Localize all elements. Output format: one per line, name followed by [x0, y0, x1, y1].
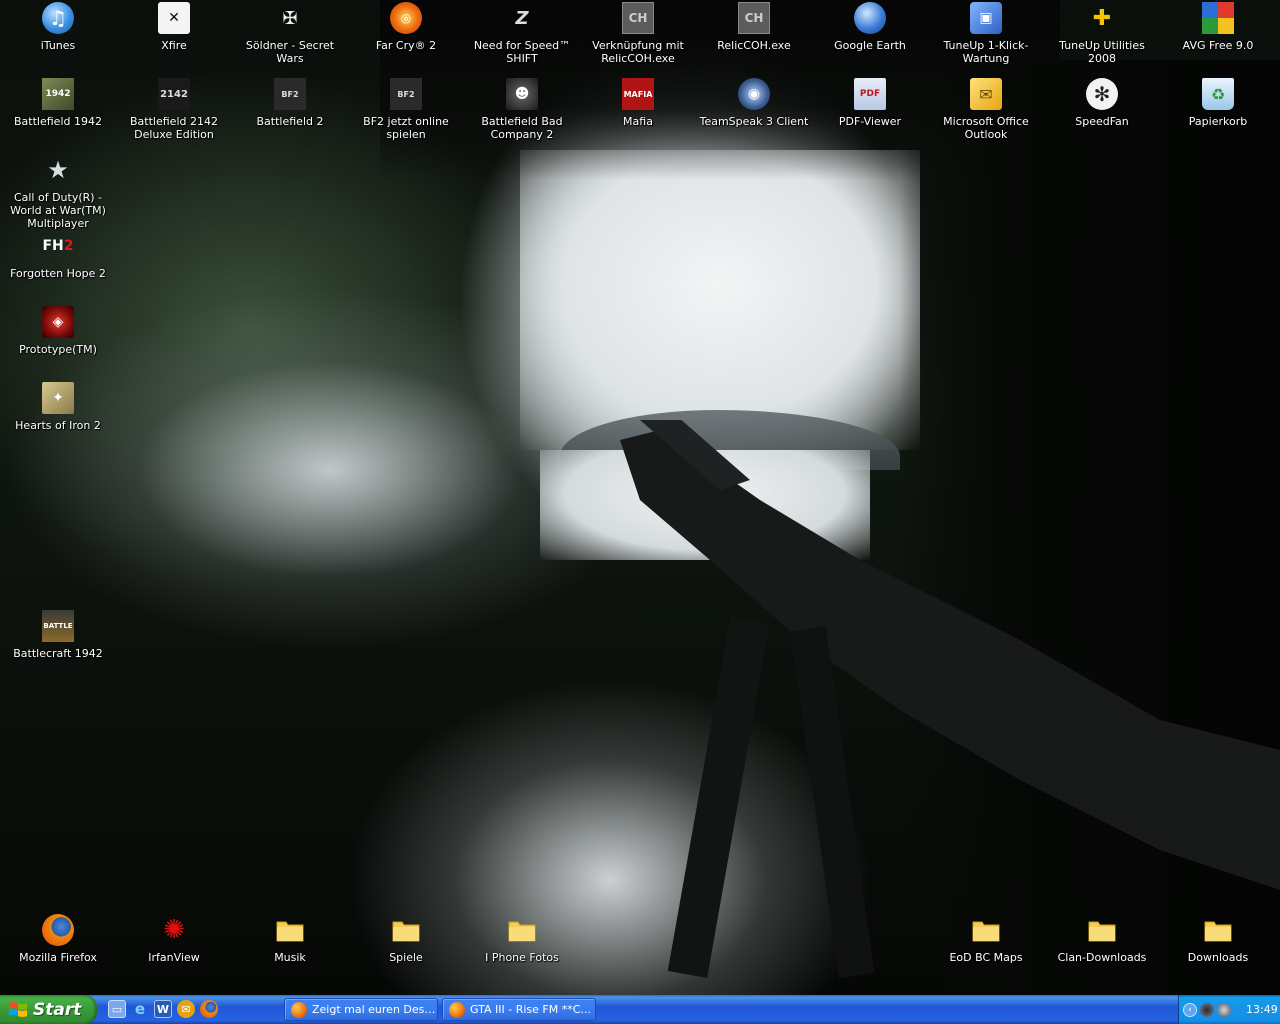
desktop-icon-tuneup-utilities[interactable]: ✚ TuneUp Utilities 2008	[1044, 2, 1160, 66]
taskbar-button-forum[interactable]: Zeigt mal euren Deskt...	[284, 998, 438, 1021]
avg-icon	[1202, 2, 1234, 34]
firefox-icon	[291, 1001, 307, 1018]
coh-icon: CH	[738, 2, 770, 34]
desktop-icon-bf2-online[interactable]: BF2 BF2 jetzt online spielen	[348, 78, 464, 141]
hoi2-icon: ✦	[42, 382, 74, 414]
google-earth-icon	[854, 2, 886, 34]
bf1942-icon: 1942	[42, 78, 74, 110]
folder-icon	[506, 914, 538, 946]
desktop-icon-teamspeak[interactable]: ◉ TeamSpeak 3 Client	[696, 78, 812, 128]
desktop-wallpaper	[0, 0, 1280, 995]
desktop-icon-coh-shortcut[interactable]: CH Verknüpfung mit RelicCOH.exe	[580, 2, 696, 65]
windows-flag-icon	[9, 1001, 27, 1017]
desktop-icon-cod-waw[interactable]: ★ Call of Duty(R) - World at War(TM) Mul…	[0, 154, 116, 230]
folder-icon	[1202, 914, 1234, 946]
desktop-icon-speedfan[interactable]: ✻ SpeedFan	[1044, 78, 1160, 128]
desktop-icon-firefox[interactable]: Mozilla Firefox	[0, 914, 116, 964]
desktop-icon-itunes[interactable]: ♫ iTunes	[0, 2, 116, 52]
teamspeak-icon: ◉	[738, 78, 770, 110]
desktop-folder-clan-downloads[interactable]: Clan-Downloads	[1044, 914, 1160, 964]
nfs-icon: Z	[515, 7, 529, 29]
desktop-icon-google-earth[interactable]: Google Earth	[812, 2, 928, 52]
itunes-icon: ♫	[42, 2, 74, 34]
tuneup-utilities-icon: ✚	[1092, 5, 1112, 31]
desktop-icon-battlecraft[interactable]: BATTLE Battlecraft 1942	[0, 610, 116, 660]
desktop-icon-irfanview[interactable]: ✺ IrfanView	[116, 914, 232, 964]
volume-icon[interactable]	[1217, 1002, 1231, 1017]
wallpaper-machine-gun	[620, 420, 1280, 979]
desktop-icon-outlook[interactable]: ✉ Microsoft Office Outlook	[928, 78, 1044, 141]
outlook-icon: ✉	[970, 78, 1002, 110]
desktop-icon-mafia[interactable]: MAFIA Mafia	[580, 78, 696, 128]
desktop-icon-fh2[interactable]: FH 2 Forgotten Hope 2	[0, 230, 116, 280]
desktop-folder-downloads[interactable]: Downloads	[1160, 914, 1276, 964]
desktop-icon-bfbc2[interactable]: ☻ Battlefield Bad Company 2	[464, 78, 580, 141]
pdf-icon: PDF	[854, 78, 886, 110]
folder-icon	[274, 914, 306, 946]
desktop-icon-coh[interactable]: CH RelicCOH.exe	[696, 2, 812, 52]
show-desktop-icon[interactable]: ▭	[108, 1000, 126, 1018]
desktop-icon-hoi2[interactable]: ✦ Hearts of Iron 2	[0, 382, 116, 432]
start-button[interactable]: Start	[0, 995, 97, 1024]
irfanview-icon: ✺	[163, 915, 185, 945]
desktop-icon-recycle-bin[interactable]: ♻ Papierkorb	[1160, 78, 1276, 128]
internet-explorer-icon[interactable]: e	[131, 1000, 149, 1018]
quick-launch-bar: ▭ e W ✉	[108, 1000, 218, 1020]
desktop-icon-tuneup[interactable]: ▣ TuneUp 1-Klick-Wartung	[928, 2, 1044, 65]
soldner-icon: ✠	[282, 7, 298, 29]
word-icon[interactable]: W	[154, 1000, 172, 1018]
firefox-icon	[449, 1001, 465, 1018]
cod-icon: ★	[47, 156, 69, 184]
fh2-icon: FH 2	[42, 238, 74, 254]
folder-icon	[390, 914, 422, 946]
firefox-icon	[42, 914, 74, 946]
desktop-icon-farcry[interactable]: ◎ Far Cry® 2	[348, 2, 464, 52]
battlecraft-icon: BATTLE	[42, 610, 74, 642]
bfbc2-icon: ☻	[506, 78, 538, 110]
farcry-icon: ◎	[390, 2, 422, 34]
xfire-icon: ✕	[158, 2, 190, 34]
firefox-icon[interactable]	[200, 1000, 218, 1018]
desktop-folder-spiele[interactable]: Spiele	[348, 914, 464, 964]
clock[interactable]: 13:49	[1246, 1003, 1278, 1016]
recycle-bin-icon: ♻	[1202, 78, 1234, 110]
desktop-icon-bf1942[interactable]: 1942 Battlefield 1942	[0, 78, 116, 128]
desktop-icon-soldner[interactable]: ✠ Söldner - Secret Wars	[232, 2, 348, 66]
bf2-online-icon: BF2	[390, 78, 422, 110]
desktop-icon-prototype[interactable]: ◈ Prototype(TM)	[0, 306, 116, 356]
mafia-icon: MAFIA	[622, 78, 654, 110]
desktop-folder-musik[interactable]: Musik	[232, 914, 348, 964]
desktop-icon-bf2142[interactable]: 2142 Battlefield 2142 Deluxe Edition	[116, 78, 232, 141]
tray-arrow-icon[interactable]: ‹	[1183, 1002, 1197, 1017]
bf2-icon: BF2	[274, 78, 306, 110]
desktop-icon-xfire[interactable]: ✕ Xfire	[116, 2, 232, 52]
outlook-icon[interactable]: ✉	[177, 1000, 195, 1018]
network-icon[interactable]	[1200, 1002, 1214, 1017]
wallpaper-sky	[520, 150, 920, 450]
folder-icon	[970, 914, 1002, 946]
desktop-icon-avg[interactable]: AVG Free 9.0	[1160, 2, 1276, 52]
speedfan-icon: ✻	[1086, 78, 1118, 110]
bf2142-icon: 2142	[158, 78, 190, 110]
desktop-icon-nfs[interactable]: Z Need for Speed™ SHIFT	[464, 2, 580, 66]
system-tray: ‹ 13:49	[1178, 995, 1280, 1024]
taskbar: Start ▭ e W ✉ Zeigt mal euren Deskt... G…	[0, 995, 1280, 1024]
taskbar-button-gta[interactable]: GTA III - Rise FM **C...	[442, 998, 596, 1021]
desktop-folder-iphone-fotos[interactable]: I Phone Fotos	[464, 914, 580, 964]
folder-icon	[1086, 914, 1118, 946]
desktop-icon-pdf-viewer[interactable]: PDF PDF-Viewer	[812, 78, 928, 128]
prototype-icon: ◈	[42, 306, 74, 338]
desktop-folder-eod-bc-maps[interactable]: EoD BC Maps	[928, 914, 1044, 964]
desktop-icon-bf2[interactable]: BF2 Battlefield 2	[232, 78, 348, 128]
coh-icon: CH	[622, 2, 654, 34]
tuneup-icon: ▣	[970, 2, 1002, 34]
